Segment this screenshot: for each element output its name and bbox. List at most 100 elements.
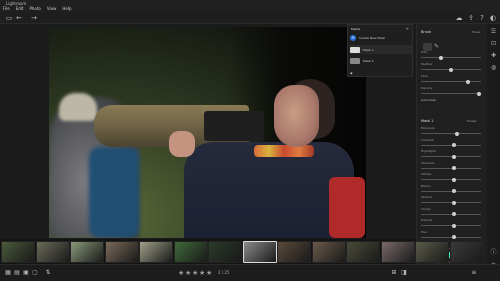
sidebar-toggle-icon[interactable]: ▭	[5, 14, 13, 22]
back-arrow-icon[interactable]: ←	[15, 14, 23, 22]
size-slider[interactable]	[421, 55, 481, 60]
flow-slider[interactable]	[421, 79, 481, 84]
filmstrip-thumbnail[interactable]	[449, 241, 484, 263]
masks-panel-title: Masks	[351, 27, 361, 31]
brush-icon[interactable]	[423, 43, 432, 51]
filmstrip-thumbnail[interactable]	[35, 241, 70, 263]
filmstrip-thumbnail[interactable]	[380, 241, 415, 263]
filmstrip-thumbnail[interactable]	[139, 241, 173, 263]
before-after-icon[interactable]: ◨	[400, 269, 408, 277]
mask-row-label: Create New Mask	[359, 35, 386, 40]
filmstrip-thumbnail[interactable]	[1, 241, 35, 263]
slider-thumb[interactable]	[451, 223, 456, 228]
density-slider[interactable]	[421, 91, 481, 96]
filmstrip-thumbnail[interactable]	[173, 241, 208, 263]
adjust-slider[interactable]	[421, 166, 481, 170]
slider-thumb[interactable]	[451, 177, 456, 182]
slider-thumb[interactable]	[466, 79, 470, 84]
rating-star-3[interactable]: ★	[192, 269, 198, 277]
eye-icon[interactable]: ◉	[350, 71, 353, 75]
filmstrip-thumbnail[interactable]	[277, 241, 311, 263]
edit-panel: Brush Erase Size Feather Flow Density Au…	[416, 24, 487, 271]
slider-thumb[interactable]	[451, 154, 456, 159]
adjust-label: Dehaze	[421, 218, 433, 222]
presets-icon[interactable]: ≡	[470, 269, 478, 277]
slider-thumb[interactable]	[451, 189, 456, 193]
slider-thumb[interactable]	[451, 200, 456, 205]
mask-row-label: Mask 2	[363, 58, 374, 63]
rating-star-2[interactable]: ★	[185, 269, 191, 277]
main-photo[interactable]	[49, 27, 366, 238]
grid-icon[interactable]: ▦	[4, 269, 12, 277]
share-icon[interactable]: ⇪	[467, 14, 475, 22]
edit-icon[interactable]: ☰	[490, 28, 497, 35]
erase-icon[interactable]: ✎	[434, 43, 440, 51]
filmstrip-thumbnail[interactable]	[208, 241, 242, 263]
colorful-strap	[254, 145, 314, 157]
heal-icon[interactable]: ✚	[490, 52, 497, 59]
filmstrip-thumbnail[interactable]	[70, 241, 104, 263]
adjust-slider[interactable]	[421, 212, 481, 216]
help-icon[interactable]: ?	[478, 14, 486, 22]
adjust-slider[interactable]	[421, 235, 481, 239]
slider-thumb[interactable]	[451, 166, 456, 170]
filmstrip-thumbnail[interactable]	[104, 241, 139, 263]
background-hat	[59, 93, 97, 121]
square-grid-icon[interactable]: ▤	[13, 269, 21, 277]
erase-label[interactable]: Erase	[472, 30, 480, 34]
mask-row-2[interactable]: Mask 2	[350, 56, 412, 65]
slider-thumb[interactable]	[439, 55, 443, 60]
top-toolbar: ▭ ← → ⌕ Search all photos ⏷ ☁ ⇪ ? ◐	[0, 12, 500, 33]
preset-label[interactable]: Preset	[467, 119, 476, 123]
automask-label[interactable]: Automask	[421, 98, 436, 102]
single-icon[interactable]: ▢	[31, 269, 39, 277]
adjust-slider[interactable]	[421, 200, 481, 205]
density-label: Density	[421, 86, 433, 90]
mask-row-1[interactable]: Mask 1	[350, 45, 412, 54]
photographer-face	[274, 85, 319, 147]
profile-icon[interactable]: ◐	[489, 14, 497, 22]
masking-icon[interactable]: ◍	[490, 64, 497, 71]
cloud-icon[interactable]: ☁	[455, 14, 463, 22]
slider-thumb[interactable]	[451, 235, 456, 239]
sort-icon[interactable]: ⇅	[44, 269, 52, 277]
feather-slider[interactable]	[421, 67, 481, 72]
adjust-label: Highlights	[421, 149, 437, 153]
filmstrip-thumbnail[interactable]	[415, 241, 449, 263]
close-icon[interactable]: ×	[406, 26, 409, 31]
compare-icon[interactable]: ⊞	[390, 269, 398, 277]
feather-label: Feather	[421, 62, 433, 66]
adjust-slider[interactable]	[421, 154, 481, 159]
rating-star-4[interactable]: ★	[199, 269, 205, 277]
adjust-label: Hue	[421, 229, 428, 234]
crop-icon[interactable]: ⊡	[490, 40, 497, 47]
adjust-label: Whites	[421, 172, 432, 176]
slider-thumb[interactable]	[451, 212, 456, 216]
adjust-slider[interactable]	[421, 177, 481, 182]
rating-star-5[interactable]: ★	[206, 269, 212, 277]
filmstrip-thumbnail[interactable]	[242, 241, 277, 263]
info-icon[interactable]: ⓘ	[490, 249, 497, 256]
adjust-label: Clarity	[421, 206, 431, 211]
adjust-label: Exposure	[421, 126, 435, 130]
slider-thumb[interactable]	[451, 143, 456, 147]
rating-star-1[interactable]: ★	[178, 269, 184, 277]
mask-row-create[interactable]: + Create New Mask	[350, 33, 412, 42]
mask-row-label: Mask 1	[363, 47, 374, 52]
adjust-slider[interactable]	[421, 143, 481, 147]
camera-body	[204, 111, 264, 141]
slider-thumb[interactable]	[477, 91, 481, 96]
mask-row-tools[interactable]: ◉	[350, 68, 412, 77]
adjust-slider[interactable]	[421, 131, 481, 136]
background-backpack	[89, 147, 139, 238]
filmstrip-thumbnail[interactable]	[311, 241, 346, 263]
slider-thumb[interactable]	[454, 131, 459, 136]
detail-icon[interactable]: ▣	[22, 269, 30, 277]
filmstrip-thumbnail[interactable]	[346, 241, 380, 263]
slider-thumb[interactable]	[449, 67, 453, 72]
flow-label: Flow	[421, 74, 428, 78]
adjust-slider[interactable]	[421, 189, 481, 193]
forward-arrow-icon[interactable]: →	[30, 14, 38, 22]
masks-panel: Masks × + Create New Mask Mask 1 Mask 2 …	[347, 24, 413, 77]
adjust-slider[interactable]	[421, 223, 481, 228]
